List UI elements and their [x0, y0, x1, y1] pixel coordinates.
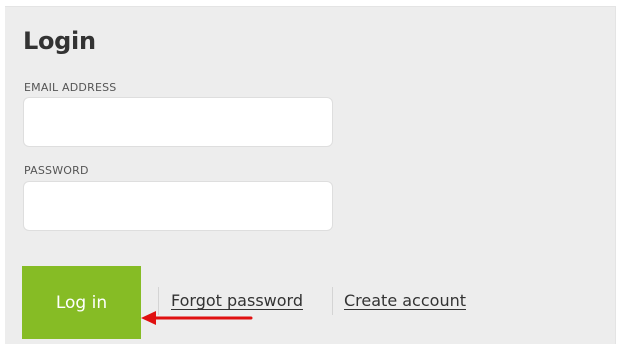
page-title: Login [23, 27, 96, 55]
password-input[interactable] [23, 181, 333, 231]
email-label: EMAIL ADDRESS [24, 81, 117, 94]
password-label: PASSWORD [24, 164, 89, 177]
email-input[interactable] [23, 97, 333, 147]
link-divider [332, 287, 333, 315]
red-arrow-icon [141, 311, 253, 325]
forgot-password-link[interactable]: Forgot password [171, 291, 303, 310]
login-button[interactable]: Log in [22, 266, 141, 339]
create-account-link[interactable]: Create account [344, 291, 466, 310]
login-panel: Login EMAIL ADDRESS PASSWORD Log in Forg… [5, 6, 616, 344]
